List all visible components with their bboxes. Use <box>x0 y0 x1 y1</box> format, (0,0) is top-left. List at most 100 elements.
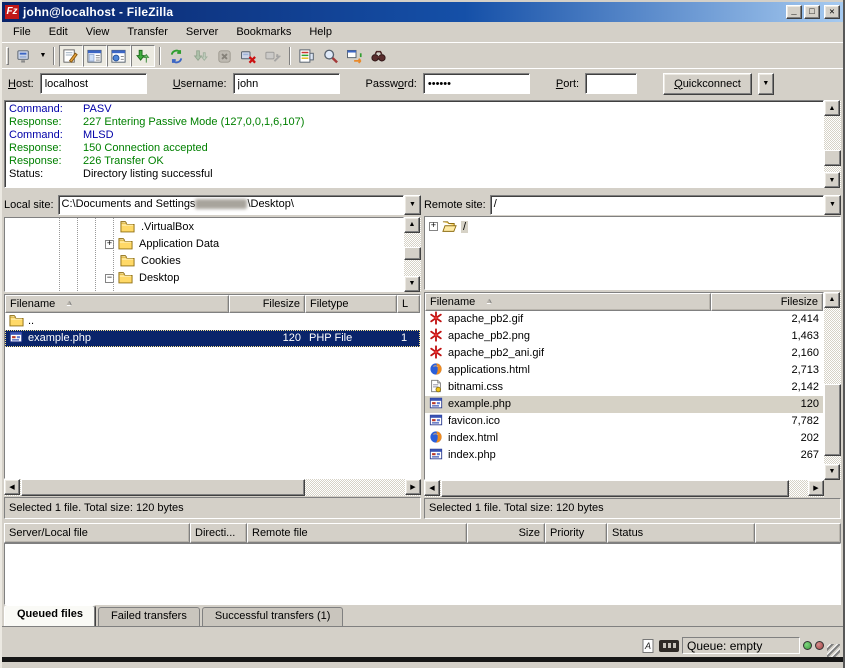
local-site-combo[interactable]: C:\Documents and Settings\Desktop\ ▼ <box>58 195 421 215</box>
log-vertical-scrollbar[interactable]: ▲ ▼ <box>824 100 841 188</box>
column-header-filesize[interactable]: Filesize <box>229 295 305 313</box>
tab-successful-transfers-1[interactable]: Successful transfers (1) <box>202 607 344 626</box>
filter-button[interactable] <box>295 45 319 67</box>
scrollbar-thumb[interactable] <box>404 247 421 260</box>
tree-item[interactable]: −Desktop <box>5 270 403 287</box>
tree-item-label[interactable]: .VirtualBox <box>139 221 196 233</box>
file-row[interactable]: index.php267 <box>425 447 823 464</box>
disconnect-button[interactable] <box>237 45 261 67</box>
speed-limits-icon[interactable] <box>659 640 679 652</box>
reconnect-button[interactable] <box>261 45 285 67</box>
file-row[interactable]: example.php120 <box>425 396 823 413</box>
synchronized-browsing-button[interactable] <box>343 45 367 67</box>
column-header-remotefile[interactable]: Remote file <box>247 523 467 543</box>
toolbar-grip[interactable] <box>6 47 9 65</box>
cancel-button[interactable] <box>213 45 237 67</box>
local-file-list[interactable]: ..example.php120PHP File1 <box>5 313 420 479</box>
remote-site-path[interactable]: / <box>490 195 824 215</box>
tab-queued-files[interactable]: Queued files <box>4 605 96 626</box>
port-input[interactable] <box>585 73 637 94</box>
scroll-right-icon[interactable]: ▶ <box>405 479 421 495</box>
file-row[interactable]: .. <box>5 313 420 330</box>
transfer-queue-list[interactable] <box>4 543 841 605</box>
scrollbar-thumb[interactable] <box>21 479 305 496</box>
scrollbar-thumb[interactable] <box>824 150 841 166</box>
data-type-icon[interactable]: A <box>640 638 656 654</box>
tree-item[interactable]: +Application Data <box>5 236 403 253</box>
toggle-local-tree-button[interactable] <box>83 45 107 67</box>
local-horizontal-scrollbar[interactable]: ◀ ▶ <box>4 479 421 496</box>
local-site-path[interactable]: C:\Documents and Settings\Desktop\ <box>58 195 404 215</box>
title-bar[interactable]: Fz john@localhost - FileZilla _ □ ✕ <box>2 2 843 22</box>
find-files-button[interactable] <box>367 45 391 67</box>
column-header-serverlocalfile[interactable]: Server/Local file <box>4 523 190 543</box>
file-row[interactable]: example.php120PHP File1 <box>5 330 420 347</box>
tree-item-label[interactable]: Application Data <box>137 238 221 250</box>
tab-failed-transfers[interactable]: Failed transfers <box>98 607 200 626</box>
scroll-up-icon[interactable]: ▲ <box>824 100 840 116</box>
column-header-filename[interactable]: Filename▲ <box>425 293 711 311</box>
column-header-size[interactable]: Size <box>467 523 545 543</box>
column-header-filesize[interactable]: Filesize <box>711 293 823 311</box>
file-row[interactable]: apache_pb2.gif2,414 <box>425 311 823 328</box>
site-manager-dropdown-icon[interactable]: ▼ <box>37 45 49 67</box>
menu-bookmarks[interactable]: Bookmarks <box>227 24 300 40</box>
directory-comparison-button[interactable] <box>319 45 343 67</box>
resize-grip[interactable] <box>827 644 840 657</box>
scrollbar-thumb[interactable] <box>441 480 789 497</box>
quickconnect-button[interactable]: Quickconnect <box>663 73 752 95</box>
scroll-down-icon[interactable]: ▼ <box>824 464 840 480</box>
column-header-priority[interactable]: Priority <box>545 523 607 543</box>
menu-edit[interactable]: Edit <box>40 24 77 40</box>
column-header-status[interactable]: Status <box>607 523 755 543</box>
username-input[interactable] <box>233 73 340 94</box>
toggle-queue-button[interactable] <box>131 45 155 67</box>
file-row[interactable]: index.html202 <box>425 430 823 447</box>
menu-file[interactable]: File <box>4 24 40 40</box>
column-header-filename[interactable]: Filename▲ <box>5 295 229 313</box>
local-directory-tree[interactable]: .VirtualBox +Application Data Cookies −Desk… <box>4 217 404 292</box>
scroll-up-icon[interactable]: ▲ <box>824 292 840 308</box>
scroll-left-icon[interactable]: ◀ <box>4 479 20 495</box>
chevron-down-icon[interactable]: ▼ <box>404 195 421 215</box>
refresh-button[interactable] <box>165 45 189 67</box>
remote-site-combo[interactable]: / ▼ <box>490 195 841 215</box>
file-row[interactable]: applications.html2,713 <box>425 362 823 379</box>
remote-file-list[interactable]: apache_pb2.gif2,414apache_pb2.png1,463ap… <box>425 311 823 479</box>
chevron-down-icon[interactable]: ▼ <box>824 195 841 215</box>
column-header-directi[interactable]: Directi... <box>190 523 247 543</box>
scroll-down-icon[interactable]: ▼ <box>824 172 840 188</box>
column-header-filetype[interactable]: Filetype <box>305 295 397 313</box>
column-header-l[interactable]: L <box>397 295 420 313</box>
site-manager-button[interactable] <box>13 45 37 67</box>
minimize-button[interactable]: _ <box>786 5 802 19</box>
close-button[interactable]: ✕ <box>824 5 840 19</box>
menu-help[interactable]: Help <box>300 24 341 40</box>
menu-server[interactable]: Server <box>177 24 227 40</box>
local-tree-scrollbar[interactable]: ▲ ▼ <box>404 217 421 292</box>
menu-transfer[interactable]: Transfer <box>118 24 177 40</box>
file-row[interactable]: bitnami.css2,142 <box>425 379 823 396</box>
remote-horizontal-scrollbar[interactable]: ◀ ▶ <box>424 480 824 497</box>
file-row[interactable]: apache_pb2_ani.gif2,160 <box>425 345 823 362</box>
remote-list-scrollbar[interactable]: ▲ ▼ <box>824 292 841 480</box>
scroll-up-icon[interactable]: ▲ <box>404 217 420 233</box>
scroll-down-icon[interactable]: ▼ <box>404 276 420 292</box>
file-row[interactable]: apache_pb2.png1,463 <box>425 328 823 345</box>
password-input[interactable] <box>423 73 530 94</box>
scrollbar-thumb[interactable] <box>824 384 841 456</box>
scroll-right-icon[interactable]: ▶ <box>808 480 824 496</box>
maximize-button[interactable]: □ <box>804 5 820 19</box>
tree-item-label[interactable]: Cookies <box>139 255 183 267</box>
remote-directory-tree[interactable]: +/ <box>424 216 841 289</box>
toggle-remote-tree-button[interactable] <box>107 45 131 67</box>
tree-item-label[interactable]: / <box>461 221 468 233</box>
file-row[interactable]: favicon.ico7,782 <box>425 413 823 430</box>
tree-item[interactable]: .VirtualBox <box>5 219 403 236</box>
column-header-[interactable] <box>755 523 841 543</box>
tree-item[interactable]: Cookies <box>5 253 403 270</box>
quickconnect-dropdown-icon[interactable]: ▼ <box>758 73 774 95</box>
host-input[interactable] <box>40 73 147 94</box>
process-queue-button[interactable] <box>189 45 213 67</box>
toggle-message-log-button[interactable] <box>59 45 83 67</box>
